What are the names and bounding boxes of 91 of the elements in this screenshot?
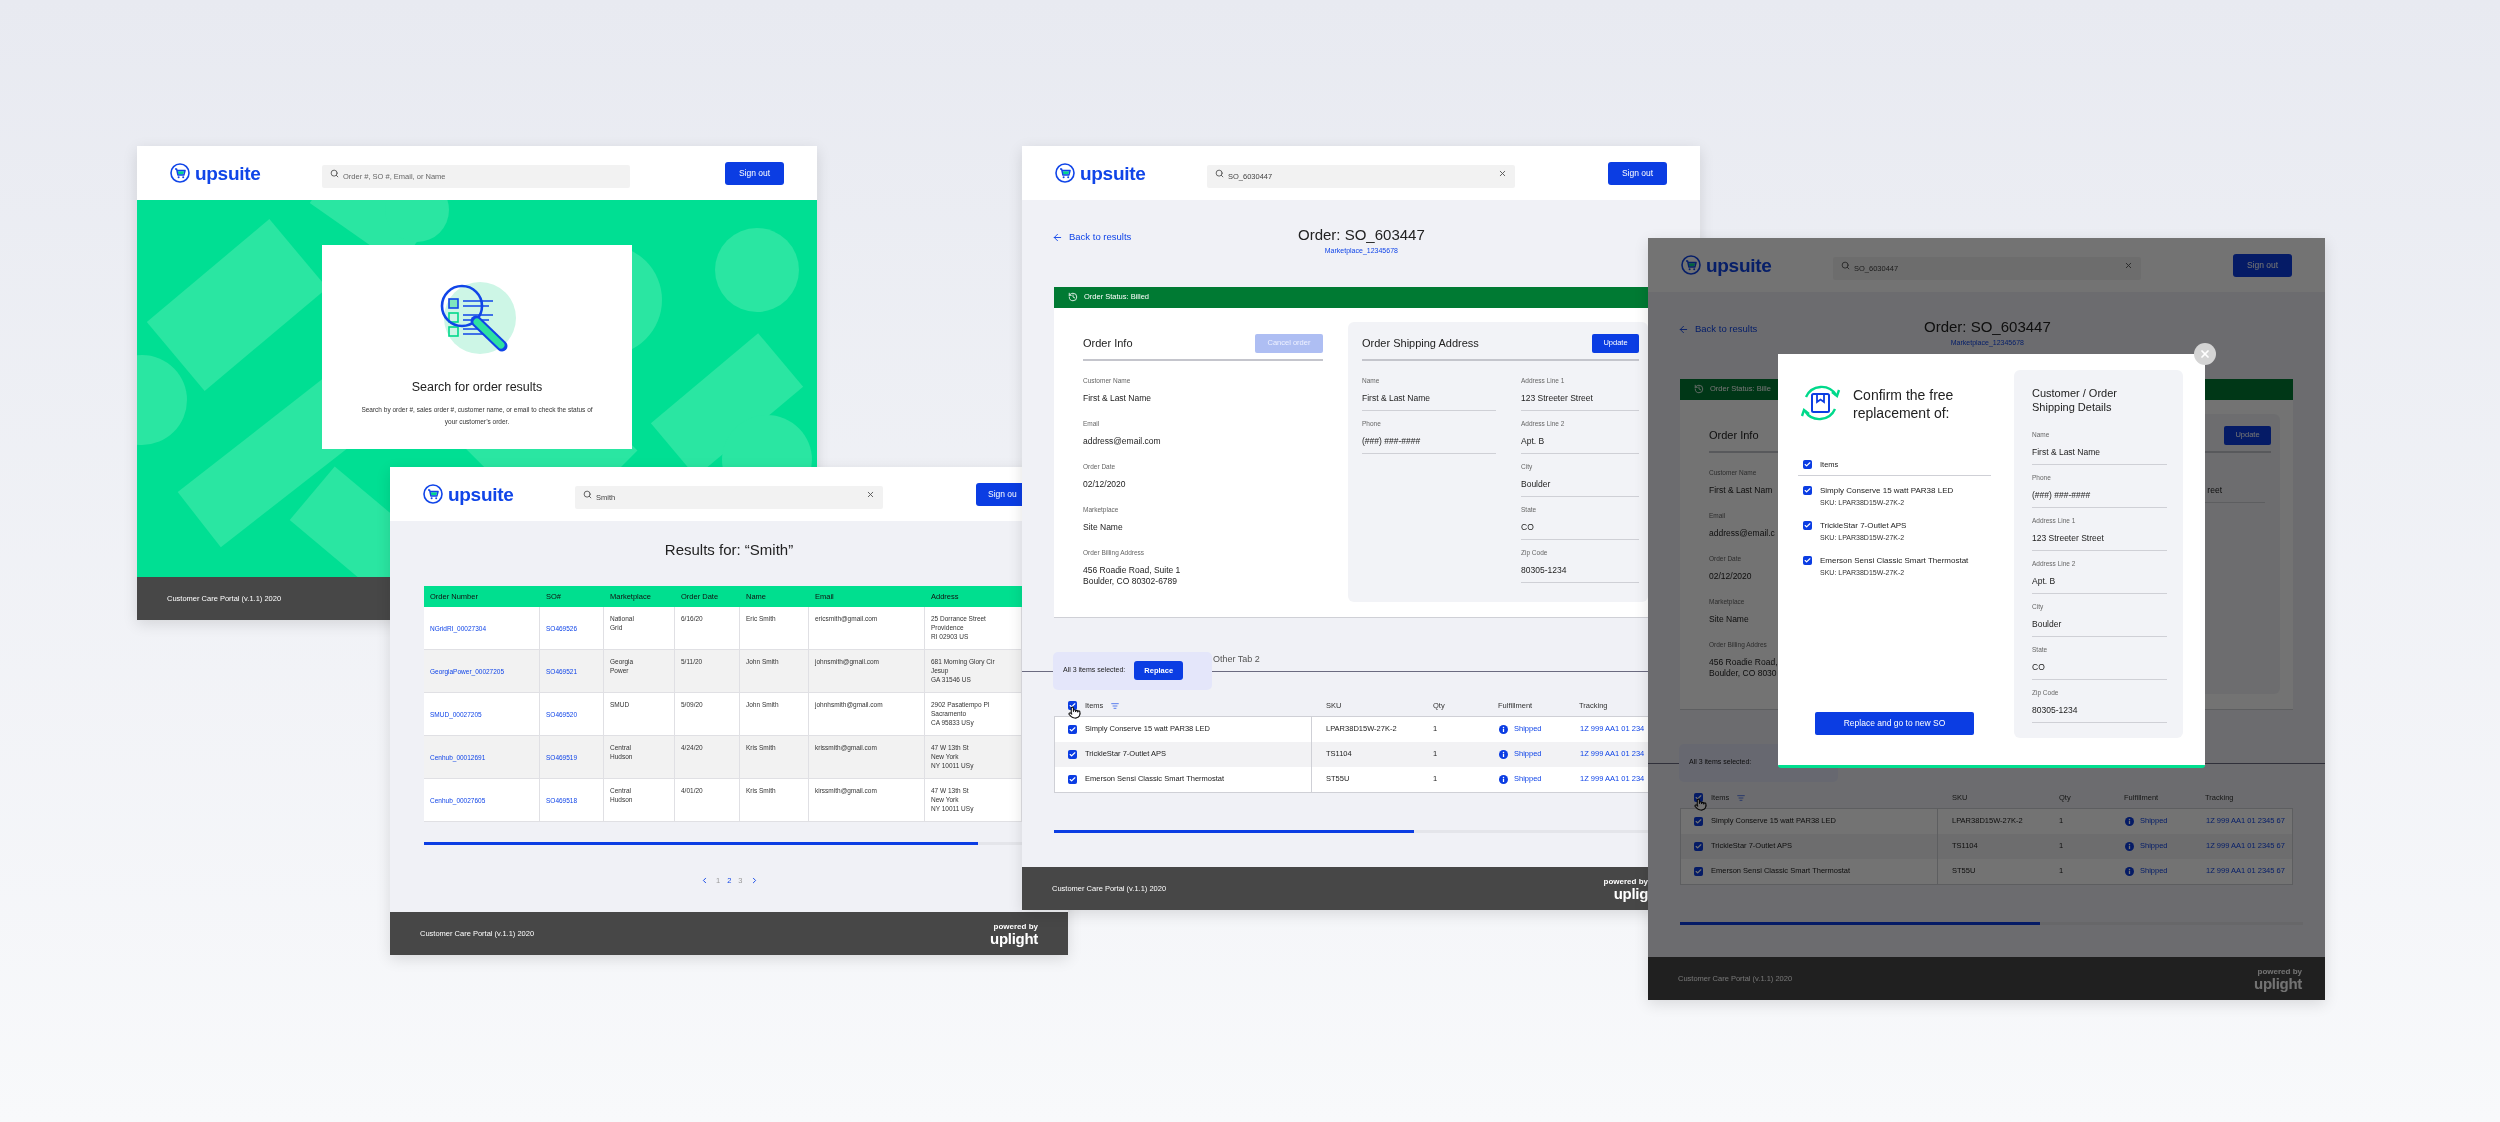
arrow-left-icon bbox=[1678, 323, 1689, 335]
close-icon bbox=[2199, 348, 2211, 360]
scrollbar[interactable] bbox=[1054, 829, 1648, 833]
sign-out-button[interactable]: Sign ou bbox=[976, 482, 1022, 506]
field-value: 02/12/2020 bbox=[1083, 478, 1126, 490]
checkbox[interactable] bbox=[1068, 774, 1077, 784]
field-value: First & Last Name bbox=[2032, 447, 2101, 458]
item-name: Simply Conserve 15 watt PAR38 LED bbox=[1820, 486, 1954, 497]
section-title: Order Info bbox=[1083, 335, 1133, 351]
checkbox[interactable] bbox=[1068, 724, 1077, 734]
field-value: (###) ###-#### bbox=[2032, 490, 2091, 501]
sign-out-button[interactable]: Sign out bbox=[1608, 161, 1667, 185]
field-value: Site Name bbox=[1709, 613, 1749, 625]
cart-icon bbox=[423, 484, 443, 504]
field-value: Boulder bbox=[1521, 478, 1551, 490]
field-value: First & Last Nam bbox=[1709, 484, 1773, 496]
brand-logo-text: uplig bbox=[1613, 885, 1648, 901]
checkbox[interactable] bbox=[1803, 460, 1812, 470]
checkbox[interactable] bbox=[1803, 521, 1812, 531]
field-value: 80305-1234 bbox=[1521, 564, 1567, 576]
info-icon[interactable] bbox=[1499, 774, 1508, 784]
brand-logo-text: uplight bbox=[990, 930, 1038, 946]
field-value: reet bbox=[2206, 484, 2222, 496]
checkbox[interactable] bbox=[1068, 749, 1077, 759]
field-value: CO bbox=[1521, 521, 1534, 533]
field-value: address@email.com bbox=[1083, 435, 1161, 447]
search-icon bbox=[1215, 168, 1224, 178]
powered-by-label: powered by bbox=[993, 921, 1038, 931]
order-title: Order: SO_603447 bbox=[1924, 318, 2051, 336]
brand-logo-text: uplight bbox=[2254, 975, 2302, 991]
cart-icon bbox=[1681, 255, 1701, 275]
info-icon[interactable] bbox=[2125, 841, 2134, 851]
field-value: Boulder bbox=[2032, 619, 2062, 630]
field-value: (###) ###-#### bbox=[1362, 435, 1421, 447]
search-icon bbox=[330, 168, 339, 178]
scrollbar[interactable] bbox=[1680, 921, 2303, 925]
powered-by-label: powered by bbox=[2257, 966, 2302, 976]
field-value: 123 Streeter Street bbox=[2032, 533, 2104, 544]
status-icon bbox=[1694, 384, 1704, 394]
filter-icon[interactable] bbox=[1111, 701, 1120, 710]
item-name: TrickleStar 7-Outlet APS bbox=[1820, 521, 1907, 532]
status-icon bbox=[1068, 292, 1078, 302]
info-icon[interactable] bbox=[2125, 816, 2134, 826]
checkbox[interactable] bbox=[1694, 841, 1703, 851]
tab[interactable]: Other Tab 2 bbox=[1213, 653, 1260, 667]
search-icon bbox=[583, 489, 592, 499]
dialog-title: Confirm the free replacement of: bbox=[1853, 386, 1955, 422]
field-value: CO bbox=[2032, 662, 2045, 673]
arrow-left-icon bbox=[1052, 231, 1063, 243]
powered-by-label: powered by bbox=[1603, 876, 1648, 886]
brand-name: upsuite bbox=[448, 484, 514, 504]
brand-name: upsuite bbox=[195, 163, 261, 183]
field-value: 80305-1234 bbox=[2032, 705, 2078, 716]
checkbox[interactable] bbox=[1694, 816, 1703, 826]
chevron-left-icon[interactable] bbox=[700, 876, 709, 886]
item-name: Emerson Sensi Classic Smart Thermostat bbox=[1820, 556, 1969, 567]
field-value: First & Last Name bbox=[1083, 392, 1152, 404]
info-icon[interactable] bbox=[2125, 866, 2134, 876]
field-value: 02/12/2020 bbox=[1709, 570, 1752, 582]
results-title: Results for: “Smith” bbox=[664, 541, 794, 558]
info-icon[interactable] bbox=[1499, 724, 1508, 734]
cart-icon bbox=[1055, 163, 1075, 183]
sign-out-button[interactable]: Sign out bbox=[725, 161, 784, 185]
brand-name: upsuite bbox=[1706, 255, 1772, 275]
field-value: 456 Roadie Road, Boulder, CO 8030 bbox=[1709, 656, 1778, 679]
clear-icon[interactable] bbox=[866, 489, 875, 499]
card-title: Search for order results bbox=[411, 379, 543, 396]
field-value: Site Name bbox=[1083, 521, 1123, 533]
checkbox[interactable] bbox=[1694, 866, 1703, 876]
clear-icon[interactable] bbox=[1498, 168, 1507, 178]
field-value: Apt. B bbox=[2032, 576, 2056, 587]
field-value: 456 Roadie Road, Suite 1 Boulder, CO 80302-6789 bbox=[1083, 564, 1181, 587]
details-title: Customer / Order Shipping Details bbox=[2032, 386, 2118, 414]
replace-and-go-button[interactable]: Replace and go to new SO bbox=[1815, 712, 1974, 735]
cart-icon bbox=[170, 163, 190, 183]
scrollbar[interactable] bbox=[424, 842, 1022, 845]
clear-icon[interactable] bbox=[2124, 260, 2133, 270]
search-icon bbox=[1841, 260, 1850, 270]
back-link[interactable]: Back to results bbox=[1052, 226, 1298, 245]
section-title: Order Info bbox=[1709, 427, 1759, 443]
checkbox[interactable] bbox=[1803, 556, 1812, 566]
checkbox[interactable] bbox=[1803, 486, 1812, 496]
section-title: Order Shipping Address bbox=[1362, 335, 1479, 351]
field-value: Apt. B bbox=[1521, 435, 1545, 447]
replacement-icon bbox=[1798, 383, 1843, 423]
brand-name: upsuite bbox=[1080, 163, 1146, 183]
field-value: First & Last Name bbox=[1362, 392, 1431, 404]
field-value: 123 Streeter Street bbox=[1521, 392, 1593, 404]
sign-out-button[interactable]: Sign out bbox=[2233, 253, 2292, 277]
info-icon[interactable] bbox=[1499, 749, 1508, 759]
order-title: Order: SO_603447 bbox=[1298, 226, 1425, 244]
